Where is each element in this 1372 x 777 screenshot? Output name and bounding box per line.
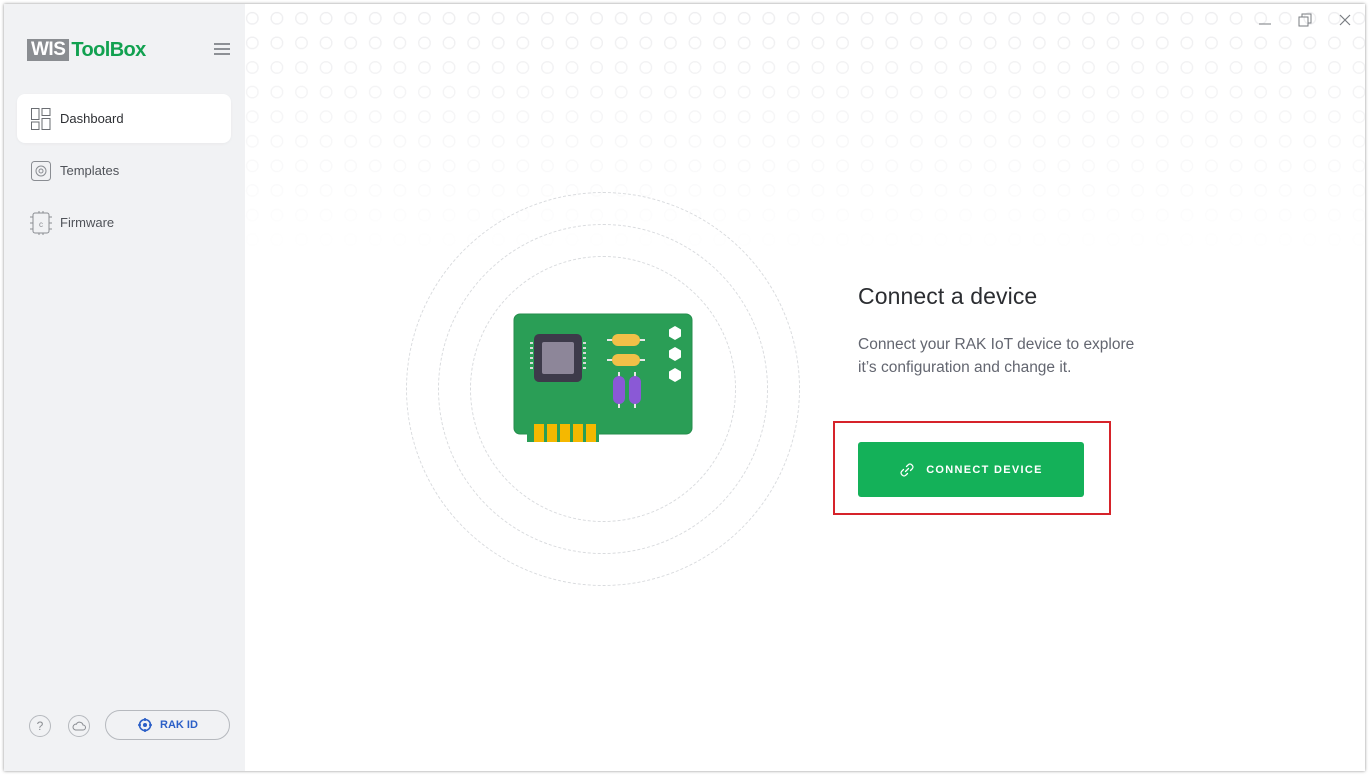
cloud-icon[interactable] bbox=[68, 715, 90, 737]
sidebar-item-label: Firmware bbox=[60, 215, 115, 230]
app-window: WIS ToolBox Dashboard Templates c Firmwa… bbox=[4, 4, 1365, 771]
rak-id-label: RAK ID bbox=[160, 719, 198, 731]
highlight-annotation-box bbox=[833, 421, 1111, 515]
sidebar-item-dashboard[interactable]: Dashboard bbox=[17, 94, 231, 143]
hamburger-menu-icon[interactable] bbox=[214, 43, 230, 57]
sidebar-item-templates[interactable]: Templates bbox=[17, 146, 231, 195]
restore-icon[interactable] bbox=[1285, 10, 1325, 30]
close-icon[interactable] bbox=[1325, 10, 1365, 30]
templates-icon bbox=[30, 159, 52, 183]
svg-text:c: c bbox=[39, 220, 43, 229]
sidebar-item-label: Templates bbox=[60, 163, 120, 178]
connect-description: Connect your RAK IoT device to explore i… bbox=[858, 336, 1135, 376]
sidebar-item-label: Dashboard bbox=[60, 111, 124, 126]
help-label: ? bbox=[36, 719, 44, 733]
sidebar: WIS ToolBox Dashboard Templates c Firmwa… bbox=[4, 4, 245, 771]
main-content: Connect a device Connect your RAK IoT de… bbox=[245, 4, 1365, 771]
dashboard-icon bbox=[30, 107, 52, 131]
logo-toolbox: ToolBox bbox=[71, 38, 146, 61]
firmware-chip-icon: c bbox=[30, 210, 52, 235]
wistoolbox-logo: WIS ToolBox bbox=[27, 38, 146, 62]
sidebar-item-firmware[interactable]: c Firmware bbox=[17, 198, 231, 247]
dot-pattern-background bbox=[245, 4, 1365, 254]
iot-board-illustration bbox=[513, 313, 693, 442]
rak-id-button[interactable]: RAK ID bbox=[105, 710, 230, 740]
window-controls bbox=[1245, 10, 1365, 30]
help-icon[interactable]: ? bbox=[29, 715, 51, 737]
sidebar-footer: ? RAK ID bbox=[4, 710, 245, 740]
rak-logo-icon bbox=[138, 718, 153, 732]
logo-wis: WIS bbox=[27, 39, 70, 61]
page-title: Connect a device bbox=[858, 283, 1038, 309]
minimize-icon[interactable] bbox=[1245, 10, 1285, 30]
